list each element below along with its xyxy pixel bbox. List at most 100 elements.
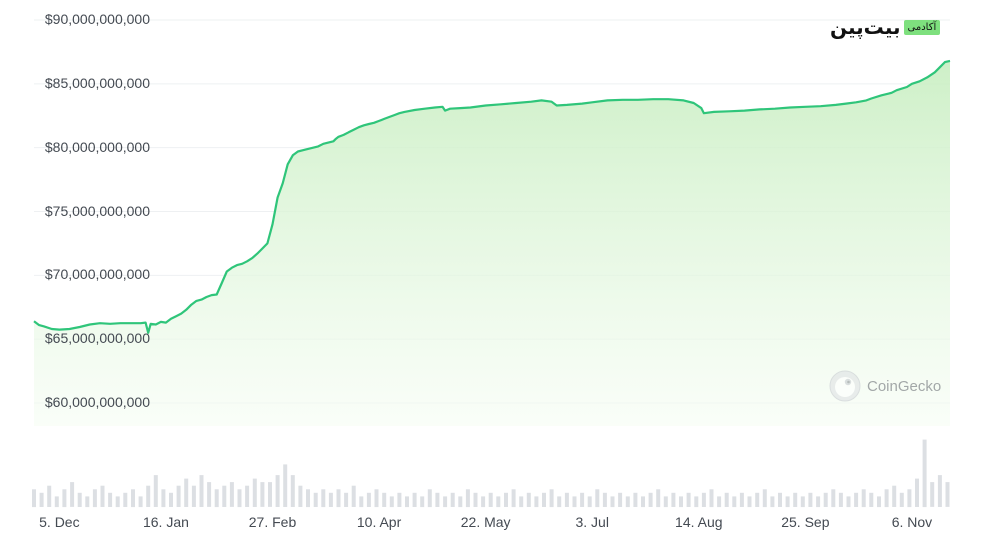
volume-bar (800, 496, 805, 508)
volume-bar (884, 489, 889, 508)
volume-bar (709, 489, 714, 508)
x-tick-label: 10. Apr (356, 514, 402, 530)
volume-bar (580, 492, 585, 507)
volume-bar (838, 492, 843, 507)
volume-bar (504, 492, 508, 507)
area-fill (34, 60, 950, 427)
volume-bar (618, 492, 623, 507)
volume-bar (526, 492, 531, 507)
volume-bar (739, 492, 744, 507)
volume-bar (268, 482, 272, 507)
volume-bar (785, 496, 790, 508)
volume-bar (290, 475, 295, 507)
volume-bar (32, 489, 36, 508)
volume-bar (808, 492, 813, 507)
y-tick-label: $75,000,000,000 (44, 202, 150, 219)
volume-bar (663, 496, 668, 508)
volume-bar (465, 489, 470, 508)
volume-bar (679, 496, 683, 508)
volume-bar (595, 489, 600, 508)
volume-bar (549, 489, 554, 508)
volume-bar (336, 489, 341, 508)
volume-bar (275, 475, 280, 507)
volume-bar (169, 492, 173, 507)
volume-bar (869, 492, 874, 507)
volume-bar (359, 496, 364, 508)
volume-bar (724, 492, 729, 507)
y-tick-label: $65,000,000,000 (44, 330, 150, 347)
x-tick-label: 6. Nov (891, 514, 933, 530)
volume-bar (176, 485, 181, 507)
volume-bar (671, 492, 676, 507)
volume-bar (214, 489, 219, 508)
volume-bar (328, 492, 333, 507)
volume-bar (625, 496, 630, 508)
volume-bar (39, 492, 44, 507)
volume-bar (823, 492, 828, 507)
volume-bar (351, 485, 356, 507)
volume-bar (306, 489, 310, 508)
x-tick-label: 14. Aug (675, 514, 723, 530)
volume-bar (313, 492, 318, 507)
x-tick-label: 22. May (460, 514, 511, 530)
volume-bar (922, 439, 927, 508)
volume-bar (397, 492, 402, 507)
market-cap-chart: $90,000,000,000 $85,000,000,000 $80,000,00… (0, 0, 984, 550)
volume-bar (701, 492, 706, 507)
y-tick-label: $80,000,000,000 (44, 138, 150, 155)
volume-bar (123, 492, 128, 507)
brand-name: بیت‌پین (830, 15, 901, 39)
volume-bar (108, 492, 113, 507)
volume-bar (496, 496, 501, 508)
volume-bar (717, 496, 722, 508)
volume-bar (321, 489, 326, 508)
volume-bar (877, 496, 881, 508)
volume-bar (778, 492, 782, 507)
volume-bar (115, 496, 120, 508)
volume-bar (344, 492, 349, 507)
volume-bar (945, 482, 950, 507)
volume-bar (854, 492, 859, 507)
volume-bar (587, 496, 592, 508)
volume-bar (831, 489, 836, 508)
volume-bar (915, 478, 919, 507)
volume-bar (62, 489, 67, 508)
volume-bar (481, 496, 486, 508)
volume-bar (930, 482, 935, 507)
volume-bar (686, 492, 691, 507)
volume-bar (770, 496, 775, 508)
volume-bar (207, 482, 212, 507)
volume-bar (260, 482, 265, 507)
volume-bar (153, 475, 158, 507)
y-tick-label: $70,000,000,000 (44, 266, 150, 283)
volume-bar (435, 492, 440, 507)
volume-bar (70, 482, 75, 507)
x-tick-label: 25. Sep (781, 514, 830, 530)
volume-bar (793, 492, 798, 507)
volume-bar (405, 496, 409, 508)
volume-bar (641, 496, 645, 508)
volume-bar (937, 475, 942, 507)
volume-bar (473, 492, 478, 507)
volume-bar (602, 492, 607, 507)
volume-bar (747, 496, 752, 508)
gecko-icon (829, 370, 861, 402)
volume-bar (146, 485, 151, 507)
volume-bar (237, 489, 242, 508)
volume-bar (100, 485, 105, 507)
volume-bar (633, 492, 638, 507)
volume-bar (450, 492, 455, 507)
brand-tag: آکادمی (903, 19, 941, 35)
volume-bar (131, 489, 135, 508)
watermark-label: CoinGecko (867, 377, 942, 395)
volume-bar (762, 489, 767, 508)
volume-bar (382, 492, 387, 507)
volume-bar (542, 492, 546, 507)
volume-bar (892, 485, 897, 507)
volume-bar (732, 496, 737, 508)
y-tick-label: $90,000,000,000 (44, 11, 150, 27)
volume-bar (458, 496, 463, 508)
volume-bar (54, 496, 59, 508)
volume-bar (648, 492, 653, 507)
x-tick-label: 16. Jan (142, 514, 189, 530)
